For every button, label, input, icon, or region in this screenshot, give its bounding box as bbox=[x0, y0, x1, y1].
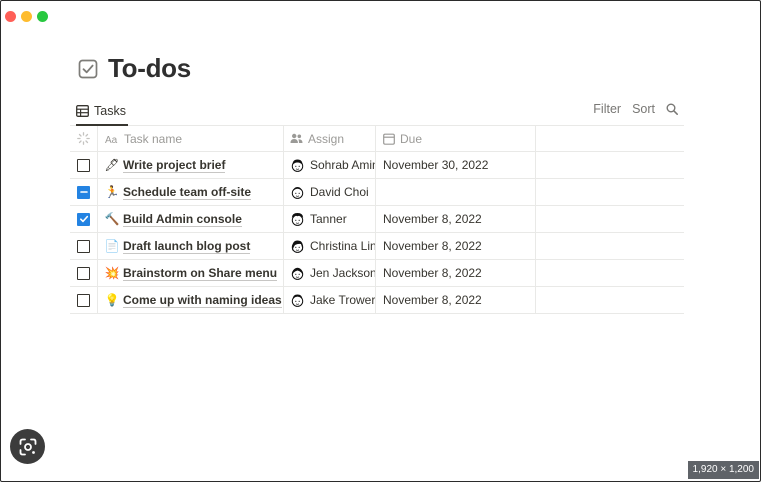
table-row[interactable]: 🔨 Build Admin console Tanner November 8, 20… bbox=[70, 206, 684, 233]
task-name-cell[interactable]: 🖋 Write project brief bbox=[98, 152, 284, 178]
svg-text:Aa: Aa bbox=[105, 135, 118, 144]
due-date: November 30, 2022 bbox=[383, 158, 489, 172]
checkbox-cell[interactable] bbox=[70, 287, 98, 313]
task-checkbox[interactable] bbox=[77, 239, 90, 253]
lens-search-icon bbox=[19, 438, 37, 456]
task-checkbox[interactable] bbox=[77, 293, 90, 307]
due-cell[interactable]: November 8, 2022 bbox=[376, 260, 536, 286]
text-property-icon: Aa bbox=[105, 134, 119, 144]
avatar bbox=[290, 212, 305, 227]
task-checkbox[interactable] bbox=[77, 266, 90, 280]
assign-cell[interactable]: Jen Jackson bbox=[284, 260, 376, 286]
task-rows: 🖋 Write project brief Sohrab Amin November … bbox=[70, 152, 684, 314]
sort-button[interactable]: Sort bbox=[632, 102, 655, 116]
task-name-link[interactable]: Come up with naming ideas bbox=[123, 293, 282, 308]
window-controls bbox=[5, 11, 48, 22]
filter-button[interactable]: Filter bbox=[593, 102, 621, 116]
checkbox-cell[interactable] bbox=[70, 233, 98, 259]
task-emoji-icon: 🏃 bbox=[104, 185, 120, 199]
task-name-cell[interactable]: 💡 Come up with naming ideas bbox=[98, 287, 284, 313]
table-row[interactable]: 💥 Brainstorm on Share menu Jen Jackson Nove… bbox=[70, 260, 684, 287]
header-assign-label: Assign bbox=[308, 131, 345, 146]
due-cell[interactable]: November 8, 2022 bbox=[376, 233, 536, 259]
assignee-name: David Choi bbox=[310, 185, 369, 199]
loading-spinner-icon bbox=[77, 132, 90, 145]
avatar bbox=[290, 185, 305, 200]
assignee-name: Jake Trower bbox=[310, 293, 376, 307]
checkbox-icon[interactable] bbox=[78, 59, 98, 79]
task-name-link[interactable]: Draft launch blog post bbox=[123, 239, 251, 254]
assign-cell[interactable]: Jake Trower bbox=[284, 287, 376, 313]
lens-search-button[interactable] bbox=[10, 429, 45, 464]
header-due[interactable]: Due bbox=[376, 126, 536, 151]
assign-cell[interactable]: Sohrab Amin bbox=[284, 152, 376, 178]
page-title[interactable]: To-dos bbox=[108, 53, 191, 84]
task-name-link[interactable]: Brainstorm on Share menu bbox=[123, 266, 278, 281]
due-cell[interactable]: November 8, 2022 bbox=[376, 206, 536, 232]
header-task-name[interactable]: Aa Task name bbox=[98, 126, 284, 151]
task-checkbox[interactable] bbox=[77, 158, 90, 172]
task-emoji-icon: 🔨 bbox=[104, 212, 120, 226]
due-date: November 8, 2022 bbox=[383, 239, 482, 253]
people-icon bbox=[290, 133, 303, 144]
assignee-name: Christina Lin bbox=[310, 239, 376, 253]
tab-tasks-label: Tasks bbox=[94, 104, 126, 118]
assign-cell[interactable]: Tanner bbox=[284, 206, 376, 232]
due-cell[interactable] bbox=[376, 179, 536, 205]
table-row[interactable]: 🖋 Write project brief Sohrab Amin November … bbox=[70, 152, 684, 179]
image-size-badge: 1,920 × 1,200 bbox=[687, 461, 759, 479]
minimize-window-button[interactable] bbox=[21, 11, 32, 22]
view-toolbar: Filter Sort bbox=[593, 102, 678, 116]
avatar bbox=[290, 158, 305, 173]
task-name-cell[interactable]: 📄 Draft launch blog post bbox=[98, 233, 284, 259]
header-assign[interactable]: Assign bbox=[284, 126, 376, 151]
task-name-link[interactable]: Schedule team off-site bbox=[123, 185, 252, 200]
checkbox-cell[interactable] bbox=[70, 179, 98, 205]
avatar bbox=[290, 266, 305, 281]
tab-tasks[interactable]: Tasks bbox=[76, 98, 128, 126]
task-emoji-icon: 💡 bbox=[104, 293, 120, 307]
view-tabbar: Tasks Filter Sort bbox=[70, 98, 684, 126]
task-emoji-icon: 💥 bbox=[104, 266, 120, 280]
checkbox-cell[interactable] bbox=[70, 206, 98, 232]
task-name-cell[interactable]: 🔨 Build Admin console bbox=[98, 206, 284, 232]
header-status-cell[interactable] bbox=[70, 126, 98, 151]
task-name-cell[interactable]: 🏃 Schedule team off-site bbox=[98, 179, 284, 205]
header-due-label: Due bbox=[400, 131, 423, 146]
task-checkbox-checked[interactable] bbox=[77, 212, 90, 226]
avatar bbox=[290, 293, 305, 308]
avatar bbox=[290, 239, 305, 254]
table-header-row: Aa Task name Assign Due bbox=[70, 126, 684, 152]
task-name-cell[interactable]: 💥 Brainstorm on Share menu bbox=[98, 260, 284, 286]
table-icon bbox=[76, 105, 89, 117]
task-checkbox-partial[interactable] bbox=[77, 185, 90, 199]
task-name-link[interactable]: Write project brief bbox=[123, 158, 226, 173]
assignee-name: Sohrab Amin bbox=[310, 158, 376, 172]
tasks-table: Aa Task name Assign Due 🖋 Write project … bbox=[70, 126, 684, 314]
task-name-link[interactable]: Build Admin console bbox=[123, 212, 242, 227]
due-date: November 8, 2022 bbox=[383, 212, 482, 226]
checkbox-cell[interactable] bbox=[70, 260, 98, 286]
checkbox-cell[interactable] bbox=[70, 152, 98, 178]
due-cell[interactable]: November 8, 2022 bbox=[376, 287, 536, 313]
due-cell[interactable]: November 30, 2022 bbox=[376, 152, 536, 178]
table-row[interactable]: 📄 Draft launch blog post Christina Lin Nove… bbox=[70, 233, 684, 260]
close-window-button[interactable] bbox=[5, 11, 16, 22]
due-date: November 8, 2022 bbox=[383, 293, 482, 307]
maximize-window-button[interactable] bbox=[37, 11, 48, 22]
task-emoji-icon: 📄 bbox=[104, 239, 120, 253]
assign-cell[interactable]: Christina Lin bbox=[284, 233, 376, 259]
assignee-name: Jen Jackson bbox=[310, 266, 376, 280]
search-icon[interactable] bbox=[666, 103, 678, 115]
table-row[interactable]: 🏃 Schedule team off-site David Choi bbox=[70, 179, 684, 206]
due-date: November 8, 2022 bbox=[383, 266, 482, 280]
table-row[interactable]: 💡 Come up with naming ideas Jake Trower Nov… bbox=[70, 287, 684, 314]
assignee-name: Tanner bbox=[310, 212, 347, 226]
task-emoji-icon: 🖋 bbox=[104, 158, 120, 172]
calendar-icon bbox=[383, 133, 395, 145]
header-task-name-label: Task name bbox=[124, 131, 183, 146]
assign-cell[interactable]: David Choi bbox=[284, 179, 376, 205]
